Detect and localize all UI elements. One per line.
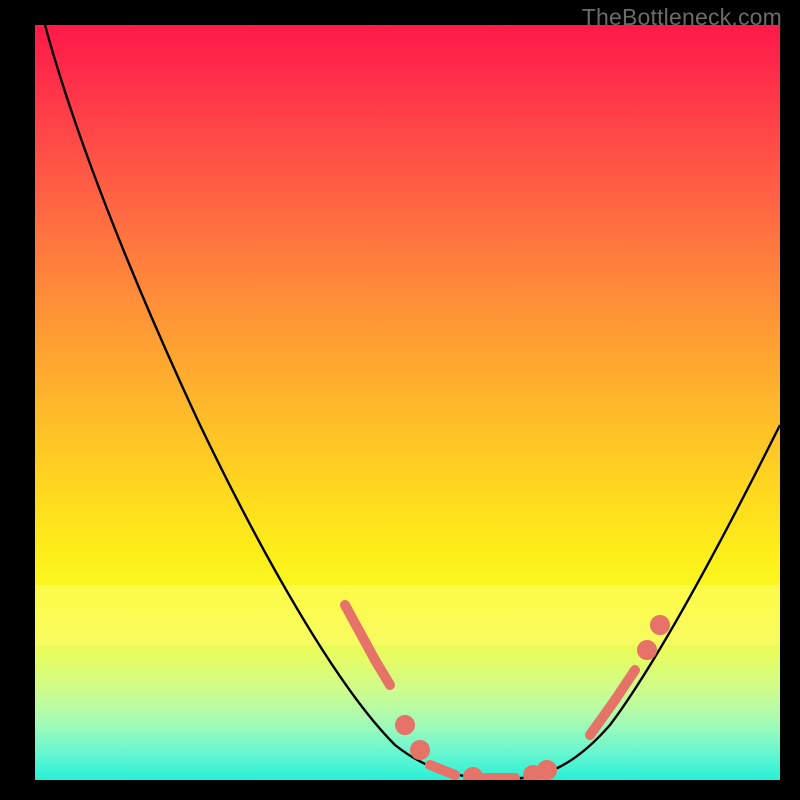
watermark-text: TheBottleneck.com <box>582 4 782 31</box>
highlight-points <box>345 605 665 780</box>
chart-frame: TheBottleneck.com <box>0 0 800 800</box>
curve-path <box>45 25 780 779</box>
bottleneck-curve <box>35 25 780 780</box>
plot-area <box>35 25 780 780</box>
